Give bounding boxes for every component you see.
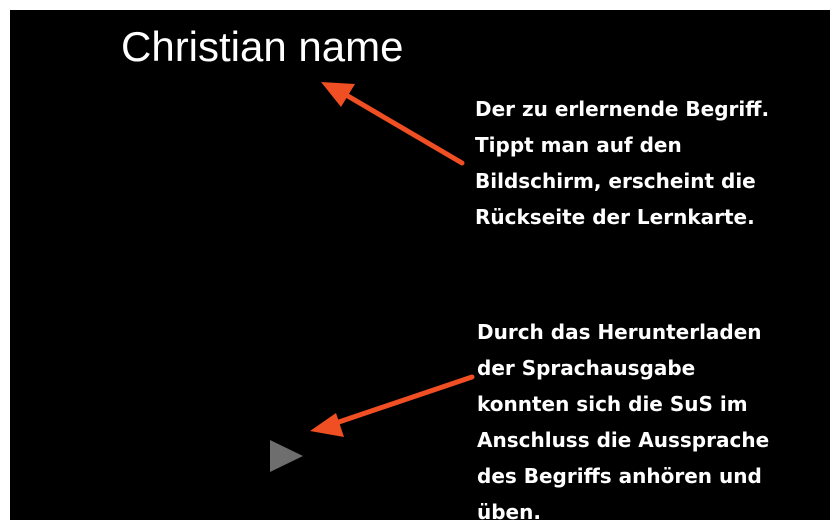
term-annotation-line: Der zu erlernende Begriff. xyxy=(475,97,770,121)
term-annotation-line: Bildschirm, erscheint die xyxy=(475,169,756,193)
audio-annotation-line: der Sprachausgabe xyxy=(477,356,696,380)
audio-annotation-line: des Begriffs anhören und xyxy=(477,464,762,488)
term-pointer-arrow xyxy=(321,82,465,166)
play-icon xyxy=(270,440,303,472)
audio-annotation-line: konnten sich die SuS im xyxy=(477,392,748,416)
flashcard-screen[interactable]: Christian name Der zu erlernende Begriff… xyxy=(10,10,830,520)
audio-annotation-line: Durch das Herunterladen xyxy=(477,320,762,344)
audio-annotation-line: Anschluss die Aussprache xyxy=(477,428,770,452)
term-annotation-line: Rückseite der Lernkarte. xyxy=(475,205,755,229)
term-annotation-line: Tippt man auf den xyxy=(475,133,682,157)
audio-pointer-arrow xyxy=(310,374,475,437)
audio-annotation: Durch das Herunterladen der Sprachausgab… xyxy=(477,314,769,520)
audio-annotation-line: üben. xyxy=(477,500,541,520)
term-annotation: Der zu erlernende Begriff. Tippt man auf… xyxy=(475,91,769,235)
play-audio-button[interactable] xyxy=(269,439,305,473)
flashcard-term[interactable]: Christian name xyxy=(121,22,403,72)
